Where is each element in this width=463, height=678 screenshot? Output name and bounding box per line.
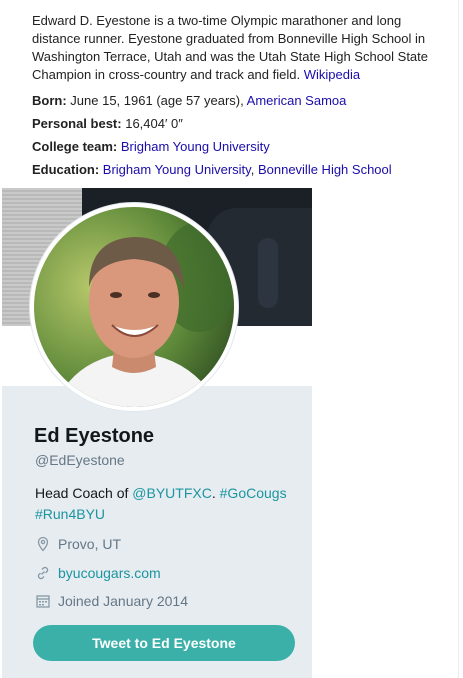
description-text: Edward D. Eyestone is a two-time Olympic… [32,13,429,82]
profile-handle[interactable]: @EdEyestone [35,452,125,468]
born-value: June 15, 1961 (age 57 years), [70,93,244,108]
education-label: Education: [32,162,100,177]
bio-mention-link[interactable]: @BYUTFXC [132,485,212,501]
knowledge-panel: Edward D. Eyestone is a two-time Olympic… [0,0,463,190]
education-link-bonneville[interactable]: Bonneville High School [258,162,392,177]
banner-stripe [258,238,278,308]
location-pin-icon [35,536,51,552]
website-row: byucougars.com [35,565,161,581]
hashtag-gocougs-link[interactable]: #GoCougs [220,485,287,501]
born-place-link[interactable]: American Samoa [247,93,347,108]
profile-name[interactable]: Ed Eyestone [34,425,154,448]
personal-best-label: Personal best: [32,116,122,131]
college-team-link[interactable]: Brigham Young University [121,139,270,154]
education-row: Education: Brigham Young University, Bon… [32,161,392,179]
education-link-byu[interactable]: Brigham Young University [103,162,251,177]
personal-best-row: Personal best: 16,404′ 0″ [32,115,183,133]
profile-bio: Head Coach of @BYUTFXC. #GoCougs #Run4BY… [35,483,300,525]
website-link[interactable]: byucougars.com [58,565,161,581]
entity-description: Edward D. Eyestone is a two-time Olympic… [32,12,452,84]
college-team-label: College team: [32,139,118,154]
link-icon [35,565,51,581]
avatar[interactable] [30,203,238,411]
calendar-icon [35,593,51,609]
location-text: Provo, UT [58,536,122,552]
personal-best-value: 16,404′ 0″ [125,116,183,131]
twitter-profile-card: Ed Eyestone @EdEyestone Head Coach of @B… [2,188,312,678]
panel-divider [458,0,459,678]
tweet-to-button[interactable]: Tweet to Ed Eyestone [33,625,295,661]
bio-dot: . [211,485,216,501]
born-row: Born: June 15, 1961 (age 57 years), Amer… [32,92,346,110]
joined-text: Joined January 2014 [58,593,188,609]
born-label: Born: [32,93,67,108]
bio-text: Head Coach of [35,485,129,501]
avatar-photo [34,207,234,407]
location-row: Provo, UT [35,536,121,552]
hashtag-run4byu-link[interactable]: #Run4BYU [35,506,105,522]
college-team-row: College team: Brigham Young University [32,138,270,156]
education-separator: , [250,162,255,177]
joined-row: Joined January 2014 [35,593,188,609]
wikipedia-link[interactable]: Wikipedia [304,67,360,82]
